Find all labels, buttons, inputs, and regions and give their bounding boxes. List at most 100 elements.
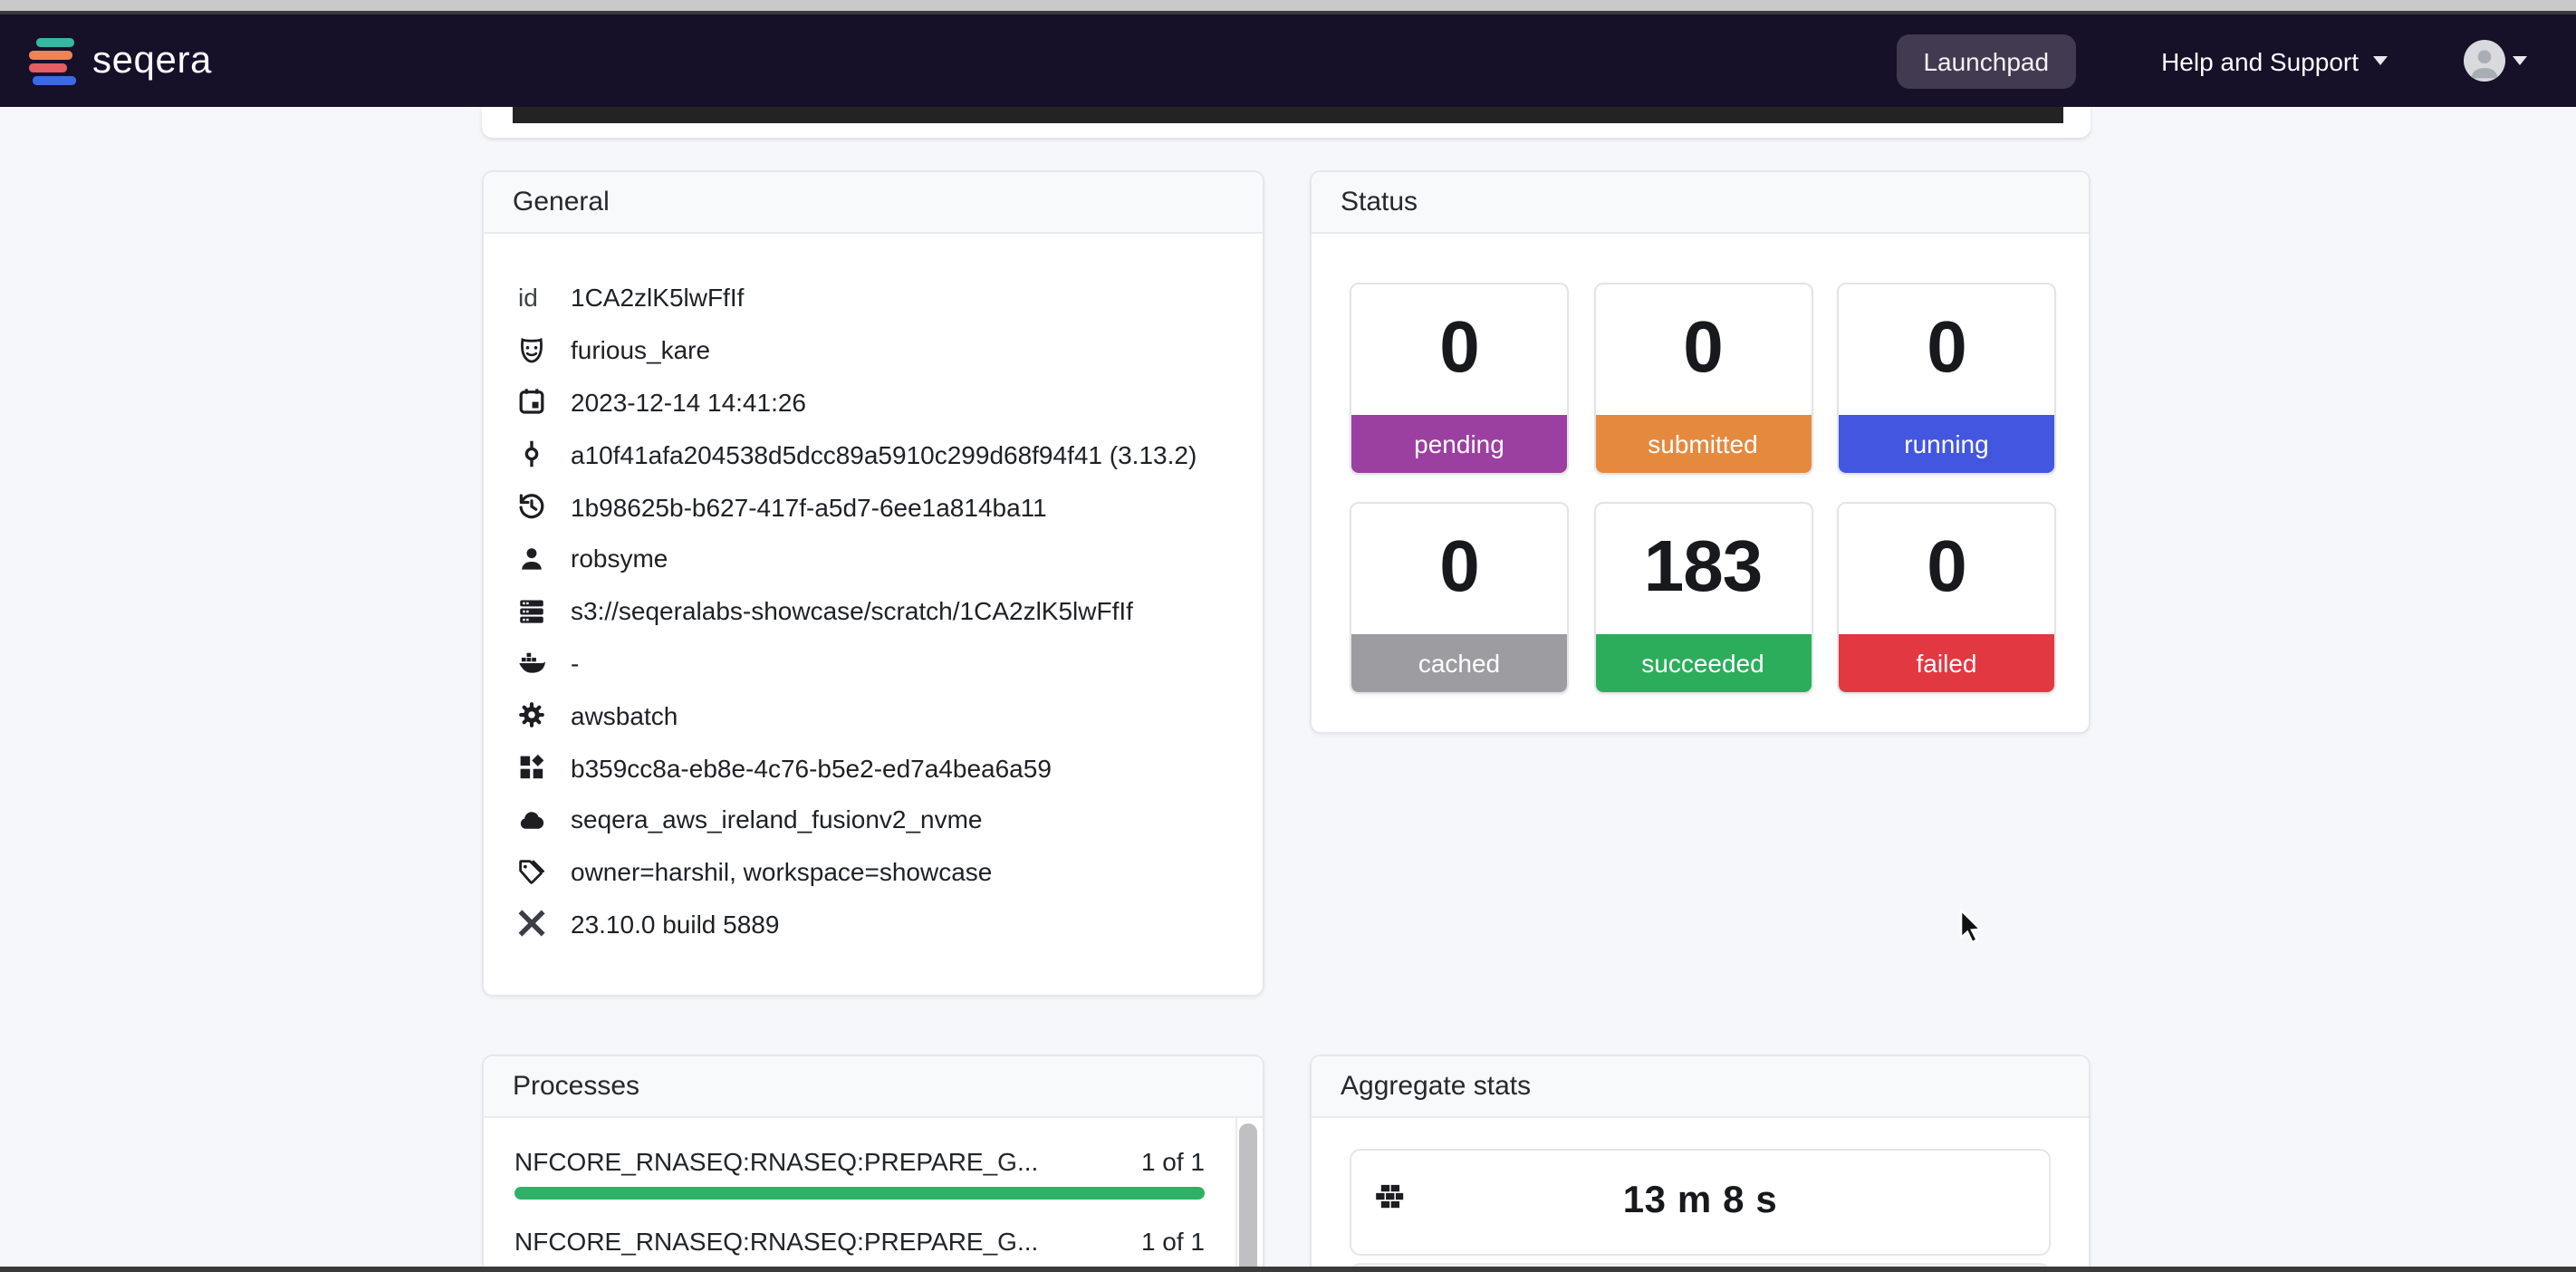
seqera-logo-icon	[27, 36, 76, 85]
commit-icon	[514, 441, 547, 468]
commit-value: a10f41afa204538d5dcc89a5910c299d68f94f41…	[571, 440, 1197, 469]
chevron-down-icon	[2373, 56, 2388, 65]
avatar	[2464, 40, 2505, 82]
start-date-value: 2023-12-14 14:41:26	[571, 388, 806, 417]
processes-card-header: Processes	[484, 1056, 1263, 1118]
general-row-compute-env-name: seqera_aws_ireland_fusionv2_nvme	[514, 794, 1234, 846]
session-id-value: 1b98625b-b627-417f-a5d7-6ee1a814ba11	[571, 492, 1047, 521]
nextflow-icon	[514, 911, 547, 938]
aggregate-stats-title: Aggregate stats	[1341, 1071, 1531, 1102]
status-tile-failed[interactable]: 0 failed	[1837, 502, 2056, 694]
process-name: NFCORE_RNASEQ:RNASEQ:PREPARE_G...	[514, 1227, 1038, 1256]
navbar-right: Launchpad Help and Support	[1896, 34, 2527, 88]
process-task-count: 1 of 1	[1141, 1147, 1205, 1176]
processes-list: NFCORE_RNASEQ:RNASEQ:PREPARE_G... 1 of 1…	[484, 1118, 1263, 1272]
scrollbar-track-border	[1235, 1118, 1236, 1272]
help-and-support-menu[interactable]: Help and Support	[2161, 46, 2388, 75]
general-row-session: 1b98625b-b627-417f-a5d7-6ee1a814ba11	[514, 480, 1234, 533]
wall-bricks-icon	[1375, 1184, 1404, 1220]
general-card-body: id 1CA2zlK5lwFfIf furious_kare	[484, 234, 1263, 950]
general-row-container: -	[514, 637, 1234, 689]
docker-icon	[514, 650, 547, 677]
executor-value: awsbatch	[571, 701, 678, 730]
aggregate-stats-body: 13 m 8 s	[1312, 1118, 2089, 1272]
nextflow-version-value: 23.10.0 build 5889	[571, 910, 779, 939]
status-tile-pending[interactable]: 0 pending	[1350, 283, 1569, 475]
status-grid: 0 pending 0 submitted 0 running 0 cached…	[1312, 234, 2089, 694]
labels-value: owner=harshil, workspace=showcase	[571, 857, 992, 886]
process-name: NFCORE_RNASEQ:RNASEQ:PREPARE_G...	[514, 1147, 1038, 1176]
run-name-value: furious_kare	[571, 335, 710, 364]
compute-env-id-value: b359cc8a-eb8e-4c76-b5e2-ed7a4bea6a59	[571, 753, 1052, 782]
compute-env-name-value: seqera_aws_ireland_fusionv2_nvme	[571, 805, 983, 834]
seqera-run-details-page: seqera Launchpad Help and Support	[0, 0, 2576, 1272]
succeeded-label: succeeded	[1595, 633, 1811, 692]
running-label: running	[1839, 414, 2054, 473]
chevron-down-icon	[2513, 56, 2527, 65]
aggregate-stats-card-header: Aggregate stats	[1312, 1056, 2089, 1118]
walltime-stat-box: 13 m 8 s	[1350, 1149, 2051, 1255]
status-title: Status	[1341, 187, 1418, 217]
seqera-logo[interactable]: seqera	[27, 36, 212, 85]
status-card: Status 0 pending 0 submitted 0 running 0…	[1310, 170, 2091, 734]
submitted-label: submitted	[1595, 414, 1811, 473]
tags-icon	[514, 858, 547, 885]
process-item[interactable]: NFCORE_RNASEQ:RNASEQ:PREPARE_G... 1 of 1	[514, 1147, 1205, 1199]
general-row-runname: furious_kare	[514, 324, 1234, 377]
cloud-icon	[514, 806, 547, 834]
general-row-user: robsyme	[514, 533, 1234, 585]
history-icon	[514, 493, 547, 520]
status-tile-submitted[interactable]: 0 submitted	[1593, 283, 1812, 475]
top-navbar: seqera Launchpad Help and Support	[0, 15, 2576, 107]
scrolled-card-remnant	[482, 107, 2091, 139]
processes-card: Processes NFCORE_RNASEQ:RNASEQ:PREPARE_G…	[482, 1055, 1264, 1272]
submitted-count: 0	[1595, 284, 1811, 414]
processes-scrollbar[interactable]	[1239, 1122, 1257, 1272]
general-row-compute-env-id: b359cc8a-eb8e-4c76-b5e2-ed7a4bea6a59	[514, 741, 1234, 794]
scrollbar-thumb[interactable]	[1239, 1123, 1256, 1272]
general-card-header: General	[484, 172, 1263, 234]
mouse-cursor	[1958, 908, 1985, 955]
container-value: -	[571, 649, 579, 678]
mask-icon	[514, 336, 547, 363]
running-count: 0	[1839, 284, 2054, 414]
succeeded-count: 183	[1595, 504, 1811, 633]
status-tile-running[interactable]: 0 running	[1837, 283, 2056, 475]
status-card-header: Status	[1312, 172, 2089, 234]
username-value: robsyme	[571, 544, 668, 573]
server-icon	[514, 597, 547, 624]
general-title: General	[513, 187, 610, 217]
failed-count: 0	[1839, 504, 2054, 633]
window-top-edge	[0, 0, 2576, 10]
gear-icon	[514, 702, 547, 729]
run-id-value: 1CA2zlK5lwFfIf	[571, 284, 744, 313]
processes-title: Processes	[513, 1071, 639, 1102]
general-row-date: 2023-12-14 14:41:26	[514, 376, 1234, 429]
help-menu-label: Help and Support	[2161, 46, 2359, 75]
general-row-executor: awsbatch	[514, 689, 1234, 742]
status-tile-succeeded[interactable]: 183 succeeded	[1593, 502, 1812, 694]
workdir-value: s3://seqeralabs-showcase/scratch/1CA2zlK…	[571, 596, 1133, 625]
aggregate-stats-card: Aggregate stats 13 m 8 s	[1310, 1055, 2091, 1272]
blocks-icon	[514, 754, 547, 781]
id-label: id	[514, 284, 547, 313]
brand-name: seqera	[92, 39, 212, 82]
general-card: General id 1CA2zlK5lwFfIf furious_kare	[482, 170, 1264, 997]
process-progress-bar	[514, 1187, 1205, 1199]
status-tile-cached[interactable]: 0 cached	[1350, 502, 1569, 694]
user-menu[interactable]	[2464, 40, 2527, 82]
cached-count: 0	[1351, 504, 1567, 633]
command-block-remnant	[513, 107, 2063, 124]
failed-label: failed	[1839, 633, 2054, 692]
person-icon	[2465, 43, 2504, 82]
process-task-count: 1 of 1	[1141, 1227, 1205, 1256]
pending-label: pending	[1351, 414, 1567, 473]
launchpad-button[interactable]: Launchpad	[1896, 34, 2076, 88]
cached-label: cached	[1351, 633, 1567, 692]
general-row-labels: owner=harshil, workspace=showcase	[514, 846, 1234, 899]
walltime-value: 13 m 8 s	[1623, 1180, 1778, 1224]
general-row-nextflow-version: 23.10.0 build 5889	[514, 898, 1234, 950]
user-icon	[514, 545, 547, 573]
calendar-icon	[514, 389, 547, 416]
process-item[interactable]: NFCORE_RNASEQ:RNASEQ:PREPARE_G... 1 of 1	[514, 1227, 1205, 1272]
